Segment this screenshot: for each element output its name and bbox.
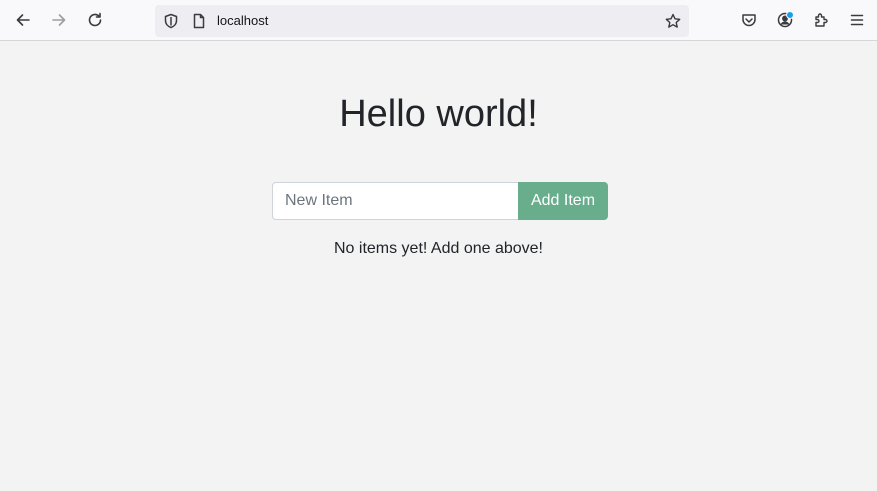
add-item-form: Add Item <box>272 182 608 220</box>
hamburger-icon <box>850 14 864 26</box>
extensions-button[interactable] <box>806 5 836 35</box>
new-item-input[interactable] <box>272 182 519 220</box>
arrow-left-icon <box>16 14 30 26</box>
empty-message: No items yet! Add one above! <box>333 240 543 257</box>
menu-button[interactable] <box>842 5 872 35</box>
url-bar[interactable]: localhost <box>155 5 689 37</box>
notification-dot <box>786 11 794 19</box>
shield-icon[interactable] <box>163 13 179 29</box>
star-icon[interactable] <box>665 13 681 29</box>
page-icon[interactable] <box>191 13 207 29</box>
forward-button[interactable] <box>44 5 74 35</box>
reload-icon <box>88 12 102 27</box>
back-button[interactable] <box>8 5 38 35</box>
add-item-button[interactable]: Add Item <box>518 182 608 220</box>
account-button[interactable] <box>770 5 800 35</box>
arrow-right-icon <box>52 14 66 26</box>
url-text[interactable]: localhost <box>217 13 268 29</box>
pocket-icon <box>742 14 756 27</box>
browser-toolbar: localhost <box>0 0 877 41</box>
page-title: Hello world! <box>339 93 538 135</box>
puzzle-icon <box>815 13 828 27</box>
pocket-button[interactable] <box>734 5 764 35</box>
page-content: Hello world! Add Item No items yet! Add … <box>0 41 877 491</box>
reload-button[interactable] <box>80 5 110 35</box>
